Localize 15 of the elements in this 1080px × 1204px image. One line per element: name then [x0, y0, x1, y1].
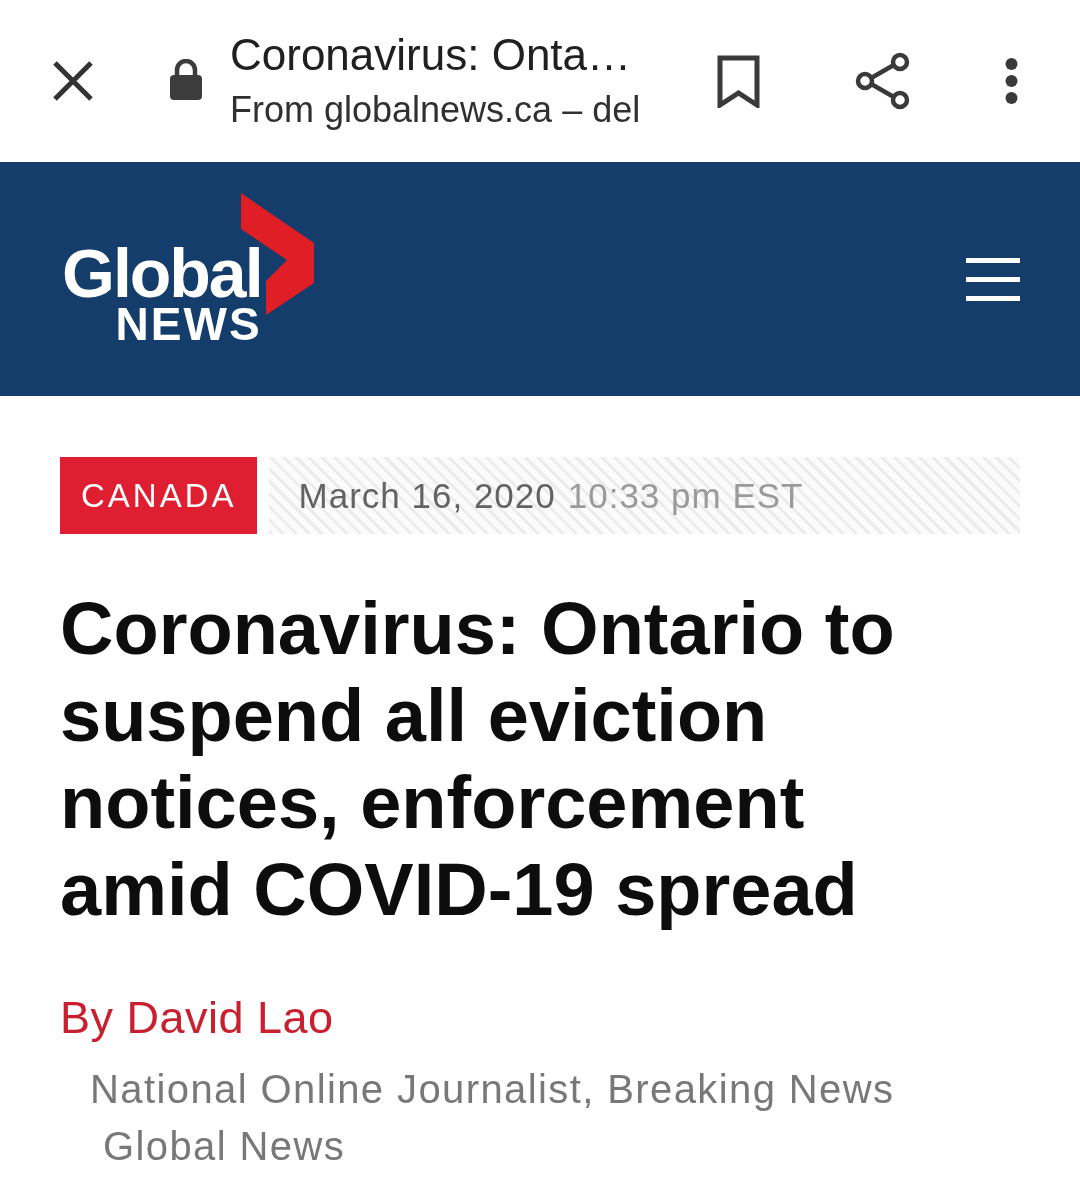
close-icon[interactable] — [52, 60, 94, 102]
author-role: National Online Journalist, Breaking News — [90, 1066, 895, 1113]
menu-icon[interactable] — [966, 258, 1020, 301]
publish-date: March 16, 2020 — [298, 475, 556, 516]
page-url: From globalnews.ca – del — [230, 88, 641, 132]
page-title: Coronavirus: Onta… — [230, 29, 632, 81]
bookmark-icon[interactable] — [717, 54, 760, 108]
publish-time: 10:33 pm EST — [567, 475, 804, 516]
author-byline[interactable]: By David Lao — [60, 991, 334, 1045]
lock-icon[interactable] — [170, 58, 202, 100]
more-icon[interactable] — [1003, 57, 1020, 105]
article-headline: Coronavirus: Ontario to suspend all eviction notices, enforcement amid COVID-19 spread — [60, 586, 896, 933]
author-role: Global News — [103, 1123, 346, 1170]
share-icon[interactable] — [855, 52, 910, 110]
category-tag[interactable]: CANADA — [60, 457, 257, 534]
